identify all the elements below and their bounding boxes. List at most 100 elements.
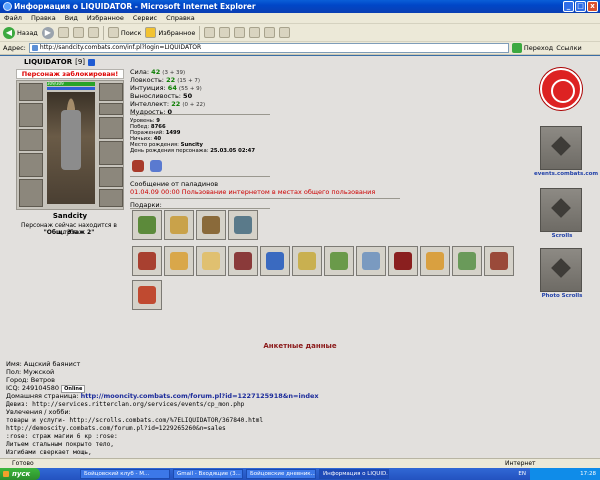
boots-slot[interactable] [99,189,123,207]
anket-name: Имя: Ащский баянист [6,360,81,368]
city-name: Sandcity [52,212,88,220]
anket-sex: Пол: Мужской [6,368,55,376]
gift-icon[interactable] [324,246,354,276]
home-icon[interactable] [87,27,99,38]
search-button[interactable]: Поиск [107,27,141,38]
clock[interactable]: 17:28 [580,471,596,477]
scrolls-banner-icon[interactable] [540,188,582,232]
gift-icon[interactable] [420,246,450,276]
gift-icon[interactable] [452,246,482,276]
scrolls-link[interactable]: Scrolls [534,233,590,239]
homepage-label: Домашняя страница: [6,392,79,400]
gift-icon[interactable] [292,246,322,276]
messenger-icon[interactable] [264,27,276,38]
menu-bar: Файл Правка Вид Избранное Сервис Справка [0,13,600,24]
gift-icon[interactable] [164,210,194,240]
page-content: LIQUIDATOR [9] Персонаж заблокирован! 30… [0,56,600,458]
ring-slot[interactable] [99,103,123,115]
menu-tools[interactable]: Сервис [133,13,157,23]
divider [130,198,400,199]
gift-icon[interactable] [228,246,258,276]
gift-icon[interactable] [388,246,418,276]
favorites-button[interactable]: Избранное [145,27,195,38]
anket-city: Город: Ветров [6,376,55,384]
amulet-slot[interactable] [19,103,43,127]
earring-slot[interactable] [99,83,123,101]
menu-view[interactable]: Вид [65,13,78,23]
anket-icq: ICQ: 249104580 [6,384,60,392]
hp-bar: 309/309 [47,82,95,86]
minimize-button[interactable]: _ [563,1,574,12]
print-icon[interactable] [234,27,246,38]
stop-icon[interactable] [57,27,69,38]
photo-scrolls-link[interactable]: Photo Scrolls [534,293,590,299]
belt-slot[interactable] [19,179,43,207]
address-input[interactable]: http://sandcity.combats.com/inf.pl?login… [28,43,509,53]
gift-icon[interactable] [484,246,514,276]
stat-row: Мудрость: 0 [130,108,172,117]
photo-scrolls-banner-icon[interactable] [540,248,582,292]
ie-icon [3,2,12,11]
go-button[interactable]: Переход [511,43,553,53]
gift-icon[interactable] [260,246,290,276]
task-gmail[interactable]: Gmail - Входящие (3... [173,469,243,479]
menu-help[interactable]: Справка [166,13,195,23]
room-name: "Общ. Этаж 2" [43,229,95,236]
folder-icon[interactable] [279,27,291,38]
info-icon[interactable] [88,58,96,66]
gift-icon[interactable] [356,246,386,276]
stat-name: Сила: [130,68,150,76]
gloves-slot[interactable] [99,117,123,139]
edit-icon[interactable] [249,27,261,38]
refresh-icon[interactable] [72,27,84,38]
links-label[interactable]: Ссылки [556,44,582,52]
window-titlebar[interactable]: Информация о LIQUIDATOR - Microsoft Inte… [0,0,600,13]
back-button[interactable]: ◀ Назад [3,26,38,39]
anket-hobby: Увлечения / хобби: [6,408,71,416]
events-banner-icon[interactable] [540,126,582,170]
gift-icon[interactable] [164,246,194,276]
status-text: Готово [12,460,34,467]
gift-icon[interactable] [132,210,162,240]
close-button[interactable]: x [587,1,598,12]
menu-edit[interactable]: Правка [31,13,56,23]
mana-bar [47,87,95,90]
gifts-label: Подарки: [130,201,162,209]
task-info[interactable]: Информация о LIQUID... [319,469,389,479]
gift-icon[interactable] [196,246,226,276]
events-link[interactable]: events.combats.com [534,171,598,177]
align-badge-icon[interactable] [150,160,162,172]
task-diary[interactable]: Бойцовские дневник... [246,469,316,479]
forward-button[interactable]: ▶ [41,26,54,39]
clan-badge-icon[interactable] [132,160,144,172]
start-button[interactable]: пуск [0,468,40,480]
armor-slot[interactable] [19,153,43,177]
address-bar: Адрес: http://sandcity.combats.com/inf.p… [0,42,600,55]
stat-value: 22 [171,100,181,108]
detail-value: 25.03.05 02:47 [210,148,256,154]
task-combats[interactable]: Бойцовский клуб - М... [80,469,170,479]
leggings-slot[interactable] [99,167,123,187]
history-icon[interactable] [204,27,216,38]
shield-slot[interactable] [99,141,123,165]
stat-value: 22 [166,76,176,84]
stat-name: Ловкость: [130,76,164,84]
security-zone: Интернет [505,460,536,467]
gift-icon[interactable] [228,210,258,240]
gift-icon[interactable] [132,280,162,310]
helmet-slot[interactable] [19,83,43,101]
mail-icon[interactable] [219,27,231,38]
menu-favorites[interactable]: Избранное [87,13,124,23]
system-tray: 17:28 [530,468,600,480]
language-indicator[interactable]: EN [518,468,526,480]
toolbar-separator [102,25,104,40]
maximize-button[interactable]: □ [575,1,586,12]
menu-file[interactable]: Файл [4,13,22,23]
paladin-message-header: Сообщение от паладинов [130,180,219,188]
gift-icon[interactable] [132,246,162,276]
weapon-slot[interactable] [19,129,43,151]
archer-logo-icon[interactable] [540,68,582,110]
homepage-link[interactable]: http://mooncity.combats.com/forum.pl?id=… [81,392,319,400]
gift-icon[interactable] [196,210,226,240]
go-arrow-icon [511,43,522,53]
